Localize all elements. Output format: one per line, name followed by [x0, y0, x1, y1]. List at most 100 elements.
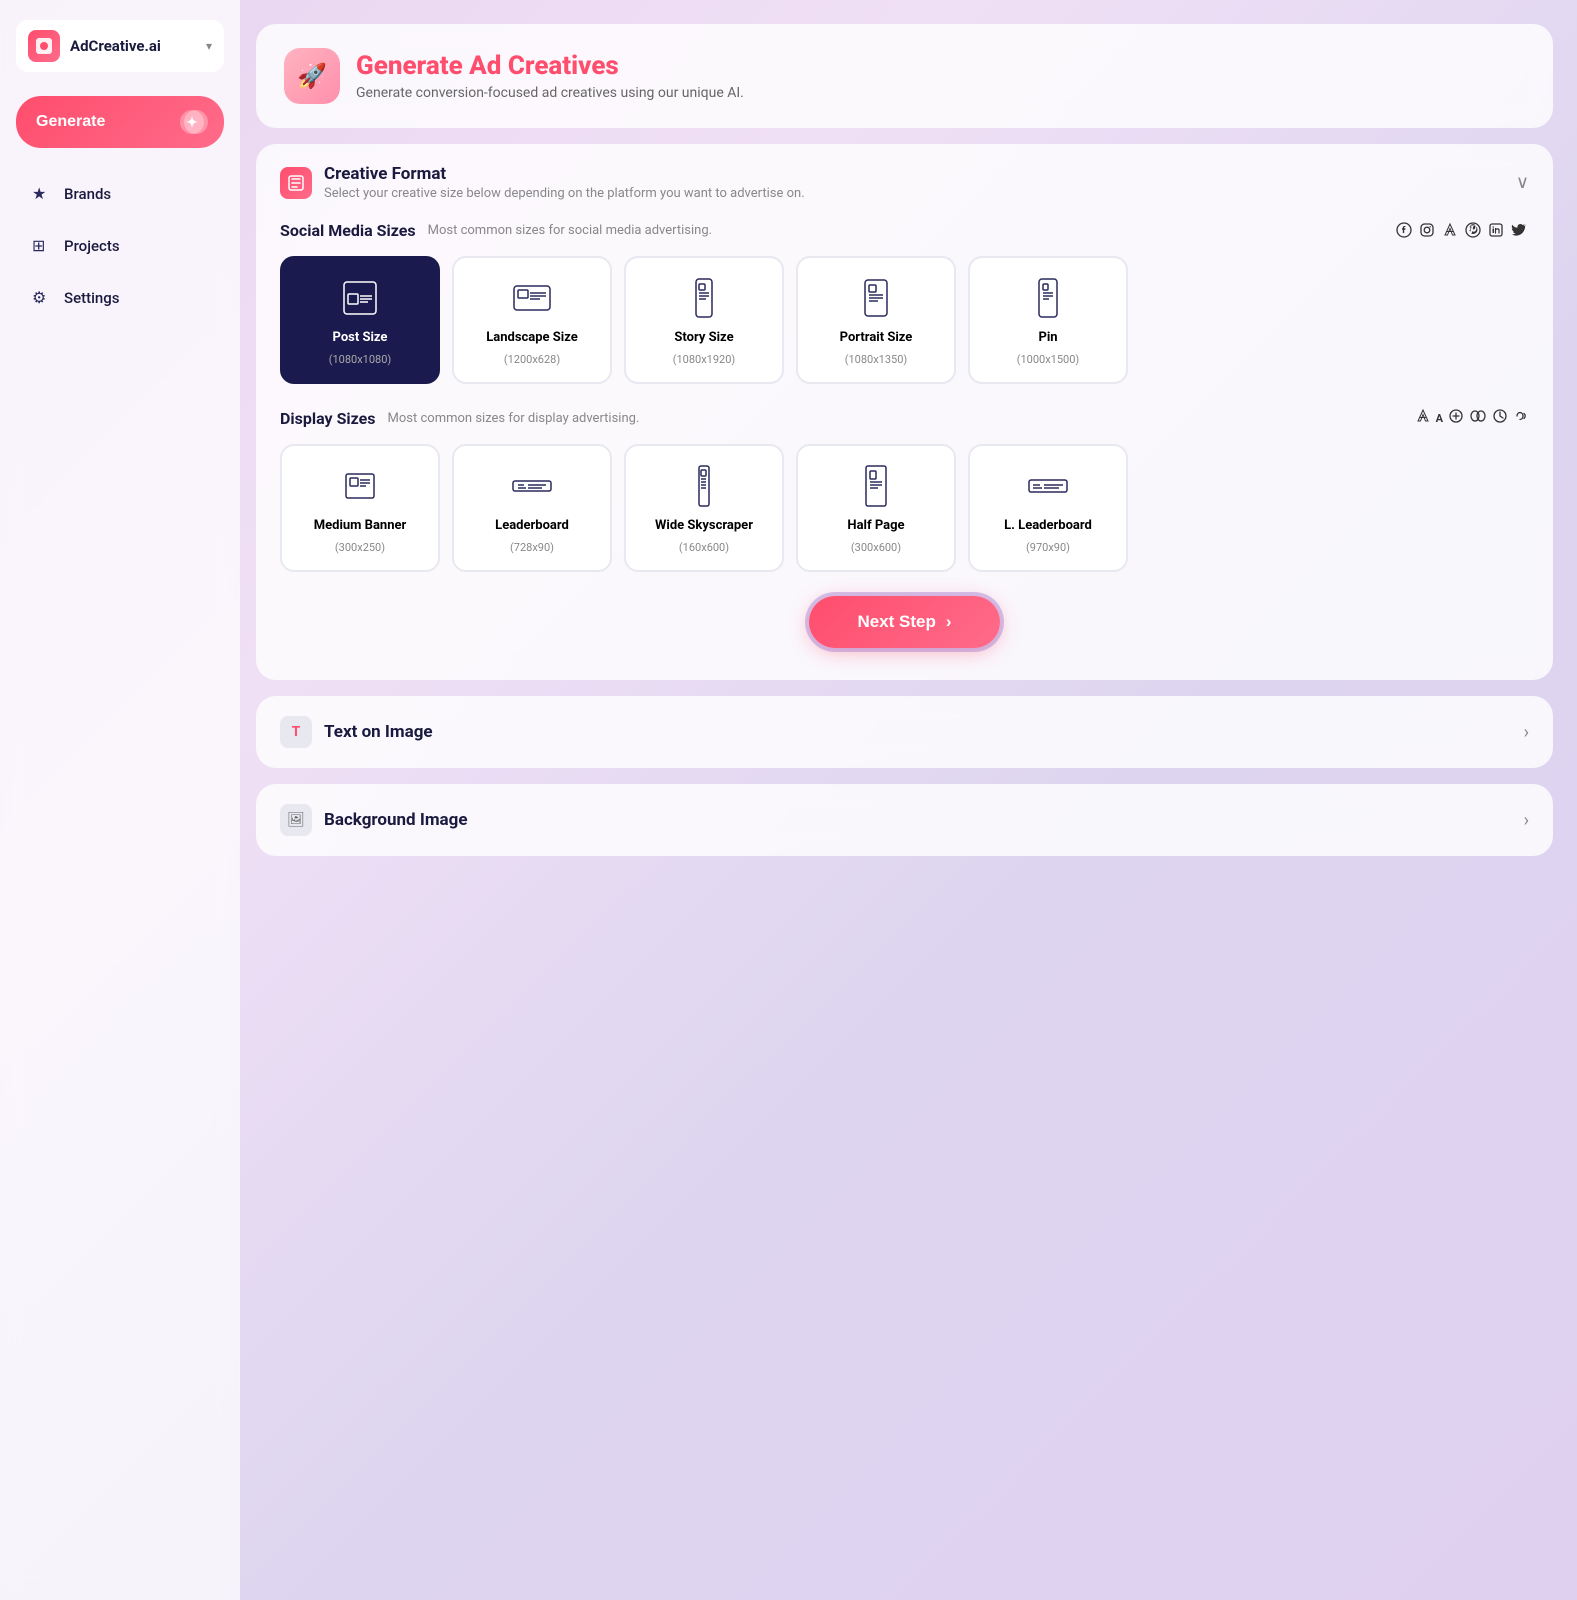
creative-format-section: Creative Format Select your creative siz…: [256, 144, 1553, 680]
wide-skyscraper-icon: [680, 462, 728, 510]
portrait-size-dim: (1080x1350): [845, 353, 908, 366]
display-desc: Most common sizes for display advertisin…: [388, 411, 640, 426]
post-size-icon: [336, 274, 384, 322]
display-icon-1: [1415, 408, 1431, 428]
size-card-pin[interactable]: Pin (1000x1500): [968, 256, 1128, 384]
leaderboard-dim: (728x90): [510, 541, 554, 554]
display-platform-icons: A: [1415, 408, 1529, 428]
logo-chevron-icon: ▾: [206, 39, 212, 53]
next-step-wrapper: Next Step ›: [280, 596, 1529, 648]
creative-format-content: Social Media Sizes Most common sizes for…: [256, 221, 1553, 680]
social-media-title: Social Media Sizes: [280, 221, 416, 240]
text-on-image-header[interactable]: T Text on Image ›: [256, 696, 1553, 768]
size-card-landscape[interactable]: Landscape Size (1200x628): [452, 256, 612, 384]
l-leaderboard-icon: [1024, 462, 1072, 510]
creative-format-header[interactable]: Creative Format Select your creative siz…: [256, 144, 1553, 221]
social-media-header: Social Media Sizes Most common sizes for…: [280, 221, 1529, 240]
size-card-leaderboard[interactable]: Leaderboard (728x90): [452, 444, 612, 572]
background-image-header-left: 🖼 Background Image: [280, 804, 468, 836]
l-leaderboard-dim: (970x90): [1026, 541, 1070, 554]
sidebar-item-projects[interactable]: ⊞ Projects: [16, 224, 224, 268]
generate-button[interactable]: Generate ✦: [16, 96, 224, 148]
background-image-chevron-icon: ›: [1524, 810, 1529, 831]
text-on-image-title: Text on Image: [324, 722, 433, 742]
pin-size-dim: (1000x1500): [1017, 353, 1080, 366]
linkedin-icon: [1488, 222, 1506, 240]
display-icon-6: [1513, 408, 1529, 428]
half-page-dim: (300x600): [851, 541, 901, 554]
display-size-cards: Medium Banner (300x250): [280, 444, 1529, 572]
projects-icon: ⊞: [32, 236, 52, 256]
page-title: Generate Ad Creatives: [356, 51, 744, 81]
logo-text: AdCreative.ai: [70, 37, 161, 55]
landscape-size-dim: (1200x628): [504, 353, 560, 366]
text-on-image-header-left: T Text on Image: [280, 716, 433, 748]
display-icon-2: A: [1436, 412, 1443, 425]
background-image-title: Background Image: [324, 810, 468, 830]
sidebar: AdCreative.ai ▾ Generate ✦ ★ Brands ⊞ Pr…: [0, 0, 240, 1600]
display-header: Display Sizes Most common sizes for disp…: [280, 408, 1529, 428]
wide-skyscraper-name: Wide Skyscraper: [655, 518, 753, 533]
sidebar-item-projects-label: Projects: [64, 237, 120, 255]
display-size-group: Display Sizes Most common sizes for disp…: [280, 408, 1529, 572]
background-image-header[interactable]: 🖼 Background Image ›: [256, 784, 1553, 856]
size-card-wide-skyscraper[interactable]: Wide Skyscraper (160x600): [624, 444, 784, 572]
generate-label: Generate: [36, 113, 105, 131]
brands-icon: ★: [32, 184, 52, 204]
next-step-label: Next Step: [857, 612, 935, 632]
next-step-arrow-icon: ›: [946, 612, 952, 632]
social-platform-icons: [1396, 222, 1529, 240]
display-icon-4: [1469, 408, 1487, 428]
pinterest-icon: [1465, 222, 1483, 240]
portrait-size-icon: [852, 274, 900, 322]
creative-format-subtitle: Select your creative size below dependin…: [324, 186, 805, 201]
portrait-size-name: Portrait Size: [840, 330, 913, 345]
sidebar-item-brands[interactable]: ★ Brands: [16, 172, 224, 216]
header-card: 🚀 Generate Ad Creatives Generate convers…: [256, 24, 1553, 128]
social-media-size-group: Social Media Sizes Most common sizes for…: [280, 221, 1529, 384]
instagram-icon: [1419, 222, 1437, 240]
text-on-image-icon: T: [280, 716, 312, 748]
wide-skyscraper-dim: (160x600): [679, 541, 729, 554]
social-media-desc: Most common sizes for social media adver…: [428, 223, 712, 238]
sparkle-icon: ✦: [180, 110, 204, 134]
logo-icon: [28, 30, 60, 62]
display-icon-5: [1492, 408, 1508, 428]
landscape-size-icon: [508, 274, 556, 322]
size-card-post[interactable]: Post Size (1080x1080): [280, 256, 440, 384]
background-image-icon: 🖼: [280, 804, 312, 836]
size-card-medium-banner[interactable]: Medium Banner (300x250): [280, 444, 440, 572]
medium-banner-icon: [336, 462, 384, 510]
size-card-half-page[interactable]: Half Page (300x600): [796, 444, 956, 572]
size-card-l-leaderboard[interactable]: L. Leaderboard (970x90): [968, 444, 1128, 572]
pin-size-name: Pin: [1038, 330, 1057, 345]
size-card-story[interactable]: Story Size (1080x1920): [624, 256, 784, 384]
main-content: 🚀 Generate Ad Creatives Generate convers…: [240, 0, 1577, 1600]
section-header-left: Creative Format Select your creative siz…: [280, 164, 805, 201]
adcreative-icon: [1442, 222, 1460, 240]
creative-format-icon: [280, 167, 312, 199]
section-title-group: Creative Format Select your creative siz…: [324, 164, 805, 201]
pin-size-icon: [1024, 274, 1072, 322]
story-size-name: Story Size: [674, 330, 733, 345]
display-title: Display Sizes: [280, 409, 376, 428]
sidebar-item-settings[interactable]: ⚙ Settings: [16, 276, 224, 320]
post-size-name: Post Size: [333, 330, 388, 345]
creative-format-title: Creative Format: [324, 164, 805, 184]
facebook-icon: [1396, 222, 1414, 240]
background-image-section: 🖼 Background Image ›: [256, 784, 1553, 856]
leaderboard-icon: [508, 462, 556, 510]
story-size-icon: [680, 274, 728, 322]
header-text: Generate Ad Creatives Generate conversio…: [356, 51, 744, 101]
sidebar-logo[interactable]: AdCreative.ai ▾: [16, 20, 224, 72]
medium-banner-dim: (300x250): [335, 541, 385, 554]
size-card-portrait[interactable]: Portrait Size (1080x1350): [796, 256, 956, 384]
landscape-size-name: Landscape Size: [486, 330, 578, 345]
next-step-button[interactable]: Next Step ›: [809, 596, 999, 648]
creative-format-chevron-icon: ∨: [1516, 172, 1529, 193]
sidebar-item-brands-label: Brands: [64, 185, 111, 203]
l-leaderboard-name: L. Leaderboard: [1004, 518, 1092, 533]
half-page-name: Half Page: [847, 518, 904, 533]
header-icon: 🚀: [284, 48, 340, 104]
text-on-image-section: T Text on Image ›: [256, 696, 1553, 768]
